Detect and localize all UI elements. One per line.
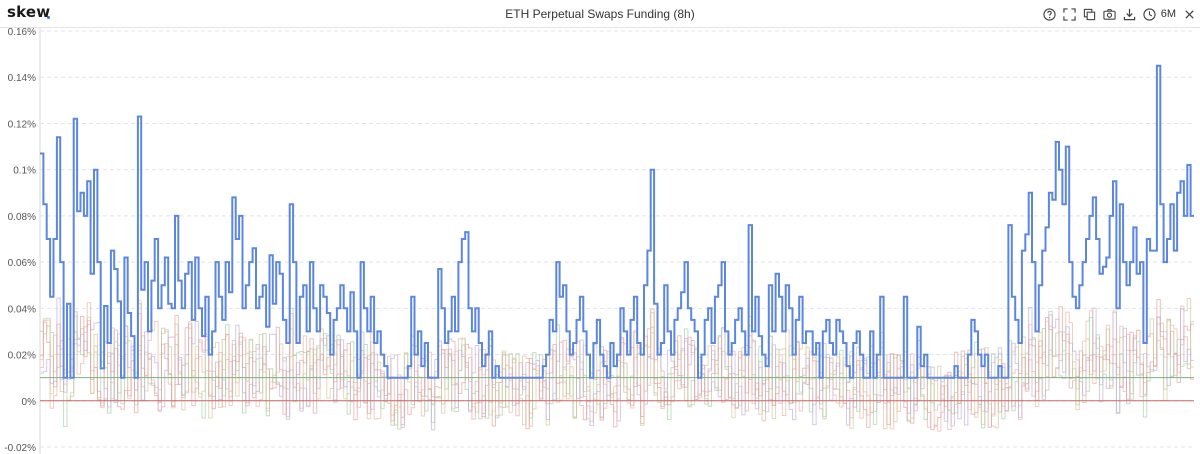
y-tick-label: 0.12%	[8, 119, 36, 130]
download-icon[interactable]	[1123, 7, 1137, 21]
y-tick-label: 0.08%	[8, 212, 36, 223]
y-tick-label: -0.02%	[4, 443, 36, 454]
y-tick-label: 0.04%	[8, 304, 36, 315]
y-tick-label: 0.06%	[8, 258, 36, 269]
funding-chart[interactable]: 0.16% 0.14% 0.12% 0.1% 0.08% 0.06% 0.04% 0.02% 0…	[0, 28, 1200, 454]
close-icon[interactable]	[1182, 7, 1196, 21]
y-tick-label: 0.02%	[8, 351, 36, 362]
fullscreen-icon[interactable]	[1063, 7, 1077, 21]
chart-header: skew ETH Perpetual Swaps Funding (8h) 6M	[0, 0, 1200, 28]
time-range-selector[interactable]: 6M	[1161, 8, 1176, 20]
clock-icon[interactable]	[1143, 7, 1157, 21]
y-tick-label: 0.1%	[13, 166, 36, 177]
camera-icon[interactable]	[1103, 7, 1117, 21]
eth-funding-series-line	[40, 64, 1194, 379]
help-icon[interactable]	[1043, 7, 1057, 21]
chart-title: ETH Perpetual Swaps Funding (8h)	[505, 7, 695, 21]
y-tick-label: 0.16%	[8, 28, 36, 38]
chart-toolbar: 6M	[1043, 5, 1196, 23]
copy-icon[interactable]	[1083, 7, 1097, 21]
y-tick-label: 0.14%	[8, 73, 36, 84]
y-tick-label: 0%	[22, 397, 37, 408]
